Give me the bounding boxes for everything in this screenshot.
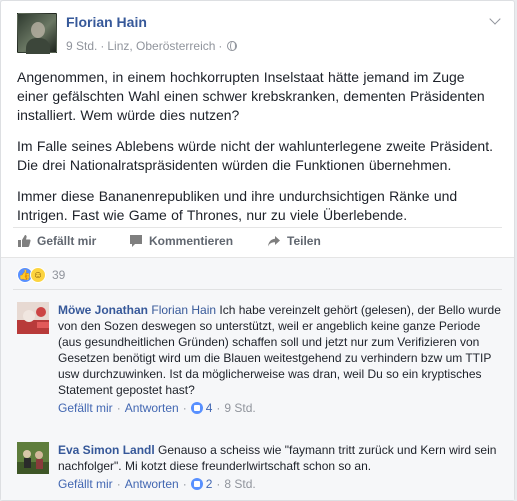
- post-location[interactable]: Linz, Oberösterreich: [107, 39, 215, 53]
- comment-like-button[interactable]: Gefällt mir: [58, 476, 113, 492]
- reaction-count: 39: [52, 268, 66, 282]
- comment-body: Möwe Jonathan Florian Hain Ich habe vere…: [58, 302, 502, 416]
- comment-like-count[interactable]: 2: [206, 476, 213, 492]
- comment-reply-button[interactable]: Antworten: [125, 476, 179, 492]
- comment-reply-button[interactable]: Antworten: [125, 400, 179, 416]
- post-paragraph: Immer diese Bananenrepubliken und ihre u…: [17, 188, 458, 223]
- reactions-summary[interactable]: 👍 ☺ 39: [17, 267, 65, 283]
- post-card: Florian Hain 9 Std. · Linz, Oberösterreich…: [0, 0, 515, 501]
- haha-reaction-icon: ☺: [30, 267, 46, 283]
- comment-text: Ich habe vereinzelt gehört (gelesen), de…: [58, 303, 501, 397]
- comment-author[interactable]: Möwe Jonathan: [58, 303, 148, 317]
- like-count-icon: [190, 478, 203, 490]
- comment-time[interactable]: 9 Std.: [224, 400, 255, 416]
- comment-footer: Gefällt mir · Antworten · 2 · 8 Std.: [58, 476, 256, 492]
- comment-like-button[interactable]: Gefällt mir: [58, 400, 113, 416]
- like-button[interactable]: Gefällt mir: [17, 234, 96, 248]
- commenter-avatar[interactable]: [17, 442, 49, 474]
- post-paragraph: Angenommen, in einem hochkorrupten Insel…: [17, 69, 485, 123]
- comment-icon: [130, 235, 142, 247]
- comment-author[interactable]: Eva Simon Landl: [58, 443, 155, 457]
- like-label: Gefällt mir: [37, 234, 97, 248]
- commenter-avatar[interactable]: [17, 302, 49, 334]
- post-meta: 9 Std. · Linz, Oberösterreich ·: [66, 39, 238, 53]
- public-globe-icon[interactable]: [227, 41, 238, 51]
- author-name[interactable]: Florian Hain: [66, 14, 147, 30]
- divider: [13, 289, 502, 290]
- share-button[interactable]: Teilen: [267, 234, 321, 248]
- post-time[interactable]: 9 Std.: [66, 39, 97, 53]
- comment-body: Eva Simon Landl Genauso a scheiss wie "f…: [58, 442, 502, 492]
- feedback-section: 👍 ☺ 39 Möwe Jonathan Florian Hain Ich ha…: [1, 257, 514, 500]
- comment-like-count[interactable]: 4: [206, 400, 213, 416]
- thumbs-up-icon: [18, 235, 31, 247]
- share-label: Teilen: [287, 234, 321, 248]
- chevron-down-icon[interactable]: [490, 15, 500, 25]
- comment-button[interactable]: Kommentieren: [129, 234, 233, 248]
- like-count-icon: [190, 402, 203, 414]
- comment-time[interactable]: 8 Std.: [224, 476, 255, 492]
- comment-footer: Gefällt mir · Antworten · 4 · 9 Std.: [58, 400, 256, 416]
- author-avatar[interactable]: [17, 13, 57, 54]
- post-text: Angenommen, in einem hochkorrupten Insel…: [1, 63, 514, 225]
- share-arrow-icon: [268, 236, 280, 247]
- comment-label: Kommentieren: [149, 234, 234, 248]
- post-header: Florian Hain 9 Std. · Linz, Oberösterreich…: [1, 1, 514, 63]
- tagged-user[interactable]: Florian Hain: [151, 303, 216, 317]
- post-paragraph: Im Falle seines Ablebens würde nicht der…: [17, 138, 493, 173]
- action-bar: Gefällt mir Kommentieren Teilen: [13, 227, 502, 257]
